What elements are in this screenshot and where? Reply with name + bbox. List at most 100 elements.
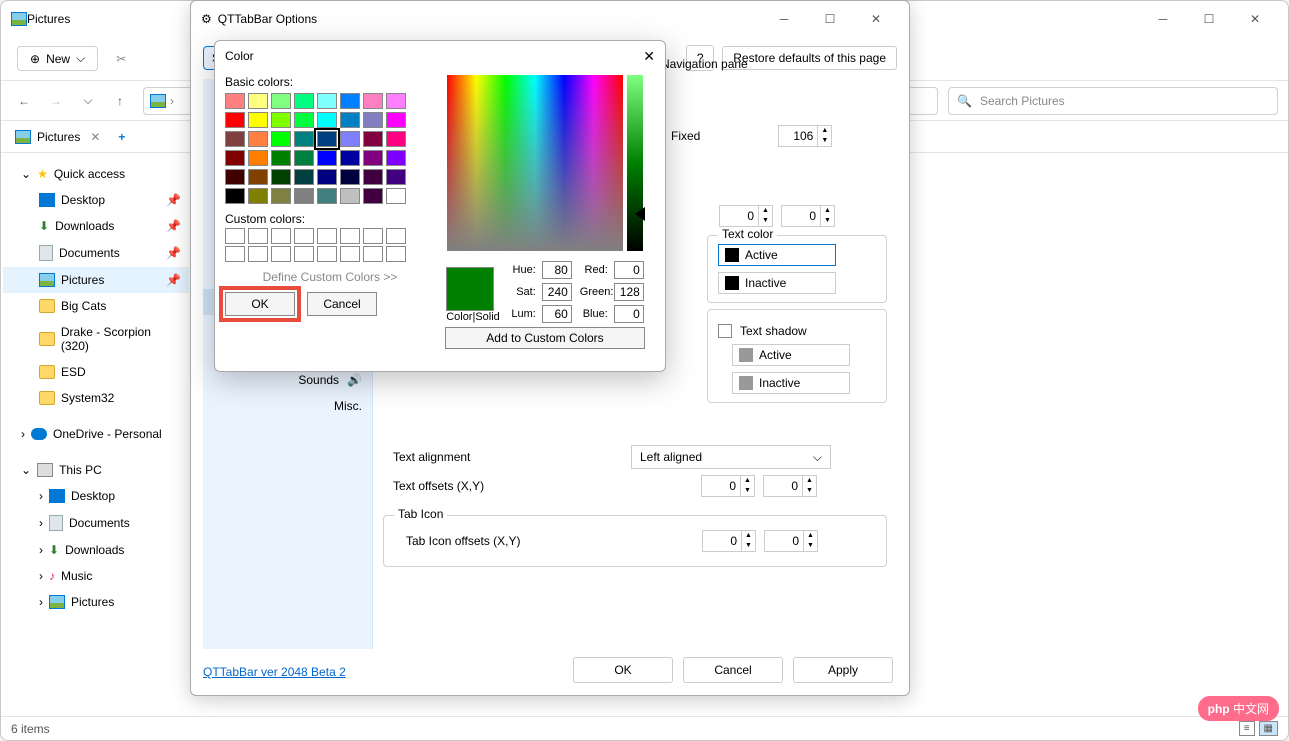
tree-pc-documents[interactable]: ›Documents <box>3 509 189 537</box>
spin-input[interactable] <box>720 207 758 225</box>
hue-input[interactable] <box>542 261 572 279</box>
up-button[interactable]: ↑ <box>107 94 133 108</box>
palette-swatch[interactable] <box>340 131 360 147</box>
palette-swatch[interactable] <box>317 169 337 185</box>
active-color-button[interactable]: Active <box>718 244 836 266</box>
custom-slot[interactable] <box>363 246 383 262</box>
tab-pictures[interactable]: Pictures ✕ <box>9 126 106 148</box>
palette-swatch[interactable] <box>225 112 245 128</box>
palette-swatch[interactable] <box>386 112 406 128</box>
minimize-button[interactable]: ─ <box>761 4 807 34</box>
palette-swatch[interactable] <box>317 93 337 109</box>
palette-swatch[interactable] <box>294 131 314 147</box>
new-button[interactable]: ⊕ New ⌵ <box>17 46 98 71</box>
palette-swatch[interactable] <box>340 150 360 166</box>
close-tab-icon[interactable]: ✕ <box>90 130 100 144</box>
add-custom-colors-button[interactable]: Add to Custom Colors <box>445 327 645 349</box>
palette-swatch[interactable] <box>248 93 268 109</box>
palette-swatch[interactable] <box>271 93 291 109</box>
palette-swatch[interactable] <box>225 188 245 204</box>
custom-slot[interactable] <box>386 228 406 244</box>
tree-pc-music[interactable]: ›♪Music <box>3 563 189 589</box>
close-button[interactable]: ✕ <box>1232 4 1278 34</box>
palette-swatch[interactable] <box>294 93 314 109</box>
maximize-button[interactable]: ☐ <box>1186 4 1232 34</box>
align-dropdown[interactable]: Left aligned⌵ <box>631 445 831 469</box>
minimize-button[interactable]: ─ <box>1140 4 1186 34</box>
palette-swatch[interactable] <box>225 93 245 109</box>
blue-input[interactable] <box>614 305 644 323</box>
tree-documents[interactable]: Documents📌 <box>3 239 189 267</box>
navigation-pane-tab[interactable]: Navigation pane <box>661 57 748 71</box>
palette-swatch[interactable] <box>363 188 383 204</box>
palette-swatch[interactable] <box>294 169 314 185</box>
color-spectrum[interactable] <box>447 75 623 251</box>
palette-swatch[interactable] <box>225 169 245 185</box>
palette-swatch[interactable] <box>340 169 360 185</box>
palette-swatch[interactable] <box>363 112 383 128</box>
palette-swatch[interactable] <box>363 131 383 147</box>
icon-offset-x-spinner[interactable]: ▲▼ <box>702 530 756 552</box>
custom-slot[interactable] <box>271 246 291 262</box>
palette-swatch[interactable] <box>271 131 291 147</box>
fixed-spinner[interactable]: ▲▼ <box>778 125 832 147</box>
custom-slot[interactable] <box>363 228 383 244</box>
palette-swatch[interactable] <box>363 93 383 109</box>
back-button[interactable]: ← <box>11 94 37 108</box>
palette-swatch[interactable] <box>386 188 406 204</box>
palette-swatch[interactable] <box>248 169 268 185</box>
palette-swatch[interactable] <box>294 188 314 204</box>
tree-system32[interactable]: System32 <box>3 385 189 411</box>
inactive-color-button[interactable]: Inactive <box>718 272 836 294</box>
tree-thispc[interactable]: ⌄This PC <box>3 457 189 483</box>
spin-input[interactable] <box>702 477 740 495</box>
lum-input[interactable] <box>542 305 572 323</box>
palette-swatch[interactable] <box>363 169 383 185</box>
palette-swatch[interactable] <box>340 93 360 109</box>
palette-swatch[interactable] <box>271 112 291 128</box>
tree-onedrive[interactable]: ›OneDrive - Personal <box>3 421 189 447</box>
palette-swatch[interactable] <box>340 112 360 128</box>
custom-slot[interactable] <box>248 246 268 262</box>
custom-slot[interactable] <box>386 246 406 262</box>
grid-view-button[interactable]: ▦ <box>1259 721 1278 736</box>
shadow-checkbox[interactable] <box>718 324 732 338</box>
close-button[interactable]: ✕ <box>643 48 655 65</box>
luminance-arrow-icon[interactable] <box>635 207 645 221</box>
spinner[interactable]: ▲▼ <box>719 205 773 227</box>
palette-swatch[interactable] <box>340 188 360 204</box>
tree-pc-downloads[interactable]: ›⬇Downloads <box>3 537 189 563</box>
spinner[interactable]: ▲▼ <box>781 205 835 227</box>
color-ok-button[interactable]: OK <box>225 292 295 316</box>
custom-slot[interactable] <box>248 228 268 244</box>
palette-swatch[interactable] <box>248 150 268 166</box>
palette-swatch[interactable] <box>271 150 291 166</box>
custom-slot[interactable] <box>340 228 360 244</box>
shadow-inactive-button[interactable]: Inactive <box>732 372 850 394</box>
color-cancel-button[interactable]: Cancel <box>307 292 377 316</box>
color-titlebar[interactable]: Color ✕ <box>215 41 665 71</box>
custom-slot[interactable] <box>340 246 360 262</box>
palette-swatch[interactable] <box>225 131 245 147</box>
tree-drake[interactable]: Drake - Scorpion (320) <box>3 319 189 359</box>
list-view-button[interactable]: ≡ <box>1239 721 1255 736</box>
red-input[interactable] <box>614 261 644 279</box>
spin-input[interactable] <box>764 477 802 495</box>
sat-input[interactable] <box>542 283 572 301</box>
palette-swatch[interactable] <box>317 188 337 204</box>
tree-desktop[interactable]: Desktop📌 <box>3 187 189 213</box>
palette-swatch[interactable] <box>294 112 314 128</box>
tree-bigcats[interactable]: Big Cats <box>3 293 189 319</box>
custom-slot[interactable] <box>317 246 337 262</box>
close-button[interactable]: ✕ <box>853 4 899 34</box>
custom-slot[interactable] <box>271 228 291 244</box>
maximize-button[interactable]: ☐ <box>807 4 853 34</box>
tree-esd[interactable]: ESD <box>3 359 189 385</box>
palette-swatch[interactable] <box>386 169 406 185</box>
new-tab-button[interactable]: + <box>112 128 131 146</box>
spin-input[interactable] <box>782 207 820 225</box>
tree-pc-desktop[interactable]: ›Desktop <box>3 483 189 509</box>
palette-swatch[interactable] <box>386 150 406 166</box>
custom-slot[interactable] <box>317 228 337 244</box>
offset-y-spinner[interactable]: ▲▼ <box>763 475 817 497</box>
